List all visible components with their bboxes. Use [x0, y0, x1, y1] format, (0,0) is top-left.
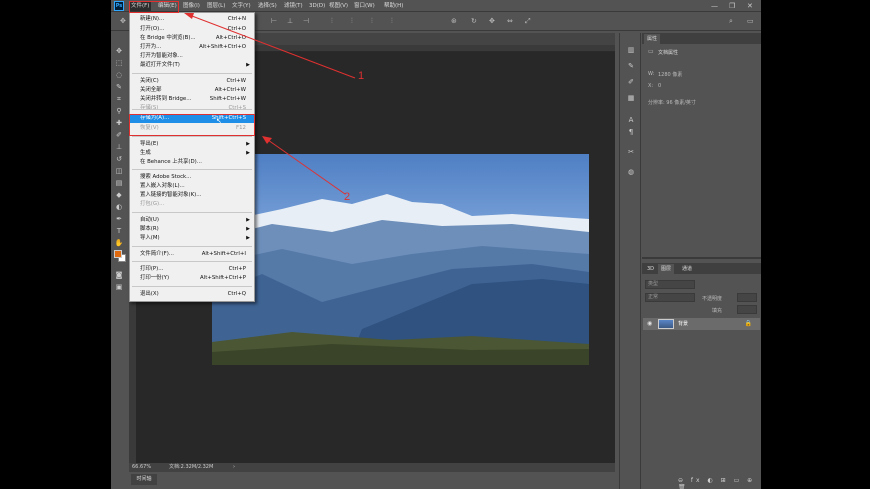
annotation-number-2: 2 — [344, 191, 351, 203]
annotation-arrows — [184, 13, 356, 195]
annotation-number-1: 1 — [358, 70, 365, 82]
